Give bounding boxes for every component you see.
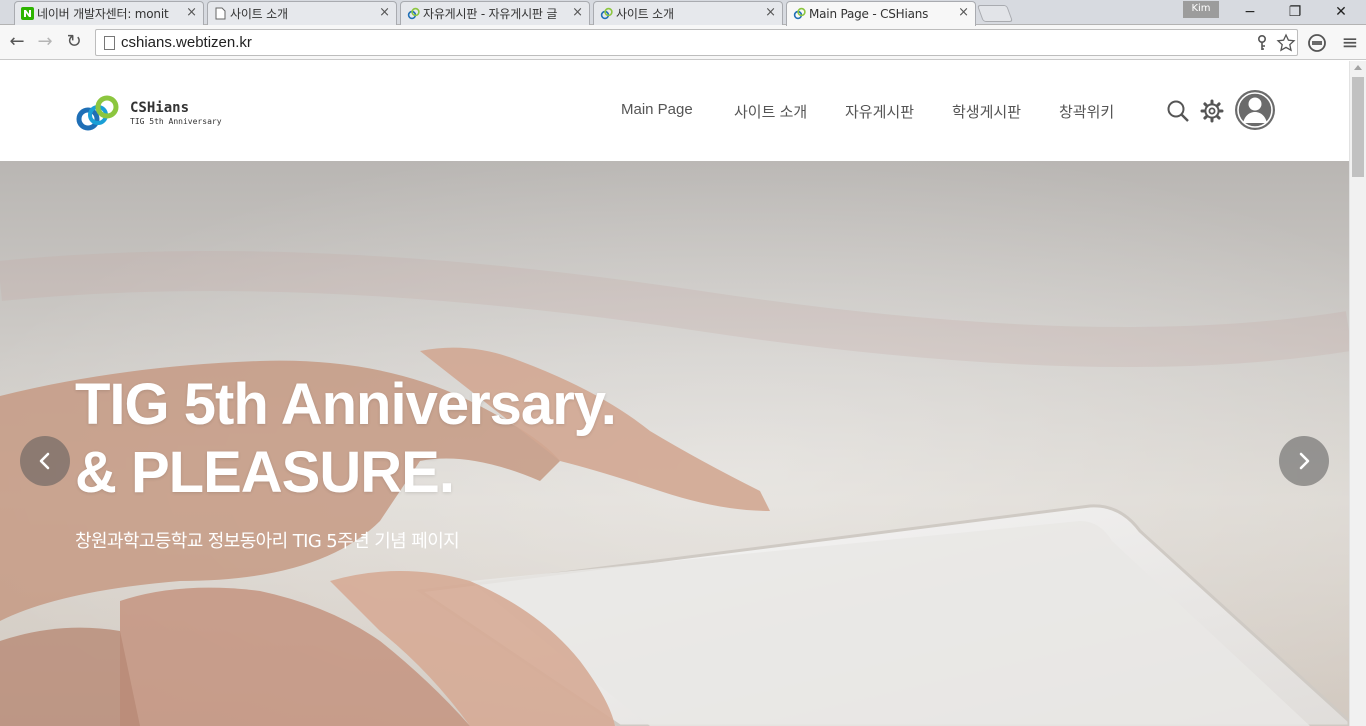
tab-5-close-icon[interactable]: × (958, 6, 969, 20)
menu-free-board[interactable]: 자유게시판 (845, 101, 914, 122)
tab-2-title: 사이트 소개 (230, 7, 288, 21)
tab-2[interactable]: 사이트 소개 × (207, 1, 397, 25)
page-icon (215, 7, 226, 20)
key-icon[interactable] (1256, 35, 1268, 51)
menu-site-intro[interactable]: 사이트 소개 (734, 101, 807, 122)
logo-subtitle: TIG 5th Anniversary (130, 117, 222, 126)
menu-wiki[interactable]: 창곽위키 (1059, 101, 1114, 122)
page-info-icon[interactable] (104, 36, 115, 50)
tab-3-title: 자유게시판 - 자유게시판 글 (423, 7, 558, 21)
reload-button[interactable]: ↻ (63, 31, 85, 53)
close-window-button[interactable]: ✕ (1318, 0, 1364, 24)
tab-3[interactable]: 자유게시판 - 자유게시판 글 × (400, 1, 590, 25)
tab-4[interactable]: 사이트 소개 × (593, 1, 783, 25)
hero-title-line-2: & PLEASURE. (75, 440, 455, 505)
tab-1[interactable]: 네이버 개발자센터: monit × (14, 1, 204, 25)
gear-icon[interactable] (1200, 99, 1224, 123)
bookmark-star-icon[interactable] (1276, 33, 1296, 53)
tab-4-close-icon[interactable]: × (765, 6, 776, 20)
search-icon[interactable] (1166, 99, 1190, 123)
scrollbar-thumb[interactable] (1352, 77, 1364, 177)
browser-menu-icon[interactable]: ≡ (1339, 31, 1361, 53)
menu-main-page[interactable]: Main Page (621, 101, 693, 118)
naver-n-icon (21, 7, 34, 20)
back-button[interactable]: ← (6, 31, 28, 53)
webpage: CSHians TIG 5th Anniversary Main Page 사이… (0, 61, 1349, 726)
profile-name-badge[interactable]: Kim (1183, 1, 1219, 18)
cshians-logo-mark-icon (76, 95, 119, 131)
user-avatar-icon[interactable] (1234, 89, 1276, 131)
tab-1-close-icon[interactable]: × (186, 6, 197, 20)
forward-button[interactable]: → (34, 31, 56, 53)
page-scrollbar[interactable] (1349, 61, 1366, 726)
slider-prev-button[interactable] (20, 436, 70, 486)
cshians-logo-icon (793, 7, 806, 20)
chevron-right-icon (1299, 452, 1310, 470)
hero-title-line-1: TIG 5th Anniversary. (75, 372, 617, 437)
address-bar[interactable]: cshians.webtizen.kr (95, 29, 1298, 56)
site-logo[interactable]: CSHians TIG 5th Anniversary (76, 95, 236, 135)
extension-sync-icon[interactable] (1307, 33, 1327, 53)
tab-4-title: 사이트 소개 (616, 7, 674, 21)
new-tab-button[interactable] (976, 5, 1014, 22)
minimize-button[interactable]: − (1227, 0, 1273, 24)
restore-button[interactable]: ❐ (1272, 0, 1318, 24)
site-header: CSHians TIG 5th Anniversary Main Page 사이… (0, 61, 1349, 161)
tab-5-active[interactable]: Main Page - CSHians × (786, 1, 976, 26)
tab-2-close-icon[interactable]: × (379, 6, 390, 20)
url-text[interactable]: cshians.webtizen.kr (121, 34, 252, 51)
tab-3-close-icon[interactable]: × (572, 6, 583, 20)
tab-5-title: Main Page - CSHians (809, 7, 929, 21)
slider-next-button[interactable] (1279, 436, 1329, 486)
menu-student-board[interactable]: 학생게시판 (952, 101, 1021, 122)
hero-slider: TIG 5th Anniversary. & PLEASURE. 창원과학고등학… (0, 161, 1349, 726)
cshians-logo-icon (407, 7, 420, 20)
logo-name: CSHians (130, 100, 190, 116)
scroll-up-arrow-icon[interactable] (1354, 65, 1362, 70)
browser-toolbar: ← → ↻ cshians.webtizen.kr ≡ (0, 25, 1366, 60)
tab-1-title: 네이버 개발자센터: monit (37, 7, 169, 21)
hero-subtitle: 창원과학고등학교 정보동아리 TIG 5주년 기념 페이지 (75, 531, 460, 552)
cshians-logo-icon (600, 7, 613, 20)
browser-tab-strip: 네이버 개발자센터: monit × 사이트 소개 × 자유게시판 - 자유게시… (0, 0, 1366, 26)
chevron-left-icon (39, 452, 50, 470)
